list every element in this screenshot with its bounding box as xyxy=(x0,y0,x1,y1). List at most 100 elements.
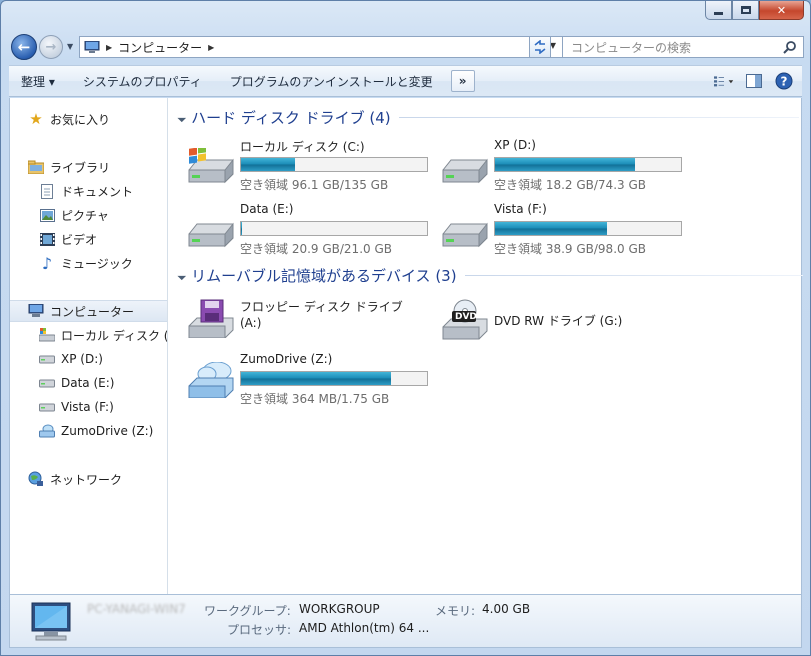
group-divider xyxy=(464,274,803,276)
floppy-drive-tile[interactable]: フロッピー ディスク ドライブ (A:) xyxy=(187,298,437,354)
network-globe-icon xyxy=(28,471,44,487)
drive-name: XP (D:) xyxy=(494,138,536,152)
back-arrow-icon: ← xyxy=(17,38,31,56)
preview-pane-button[interactable] xyxy=(744,71,764,91)
music-note-icon: ♪ xyxy=(41,253,53,273)
drive-free-space: 空き領域 20.9 GB/21.0 GB xyxy=(240,242,392,256)
breadcrumb-chevron-icon[interactable]: ▶ xyxy=(208,43,214,52)
address-bar[interactable]: ▶ コンピューター ▶ ▼ xyxy=(79,36,563,58)
minimize-icon xyxy=(714,11,723,15)
drive-name: Vista (F:) xyxy=(494,202,547,216)
hard-drive-icon xyxy=(39,399,55,415)
drive-usage-bar xyxy=(240,157,428,172)
help-button[interactable]: ? xyxy=(774,71,794,91)
file-list-pane: ◢ ハード ディスク ドライブ (4) ローカル ディスク (C:) 空き領域 … xyxy=(169,98,803,594)
nav-drive-z[interactable]: ZumoDrive (Z:) xyxy=(10,420,167,442)
system-properties-button[interactable]: システムのプロパティ xyxy=(69,73,216,90)
hard-drive-icon xyxy=(39,375,55,391)
system-drive-icon xyxy=(188,148,234,184)
maximize-button[interactable] xyxy=(732,1,759,20)
close-icon: ✕ xyxy=(776,3,787,17)
dvd-badge: DVD xyxy=(455,312,477,322)
nav-libraries[interactable]: ライブラリ xyxy=(10,156,167,178)
memory-value: 4.00 GB xyxy=(482,602,531,616)
collapse-triangle-icon[interactable]: ◢ xyxy=(177,270,188,281)
refresh-button[interactable] xyxy=(529,36,551,58)
dvd-drive-tile[interactable]: DVD DVD RW ドライブ (G:) xyxy=(441,298,691,354)
back-button[interactable]: ← xyxy=(11,34,37,60)
drive-usage-bar xyxy=(494,221,682,236)
nav-libraries-label: ライブラリ xyxy=(50,160,111,175)
refresh-icon xyxy=(534,40,546,54)
forward-arrow-icon: → xyxy=(45,39,57,55)
group-header-hdd[interactable]: ◢ ハード ディスク ドライブ (4) xyxy=(177,106,799,128)
group-header-removable[interactable]: ◢ リムーバブル記憶域があるデバイス (3) xyxy=(177,264,803,286)
nav-videos-label: ビデオ xyxy=(61,232,98,247)
command-bar: 整理 ▾ システムのプロパティ プログラムのアンインストールと変更 » ? xyxy=(9,65,802,97)
computer-icon xyxy=(28,303,44,319)
details-pane: PC-YANAGI-WIN7 ワークグループ: WORKGROUP メモリ: 4… xyxy=(9,594,802,648)
processor-label: プロセッサ: xyxy=(227,623,292,637)
toolbar-right: ? xyxy=(714,71,794,91)
memory-label: メモリ: xyxy=(435,604,476,618)
minimize-button[interactable] xyxy=(705,1,732,20)
hard-drive-icon xyxy=(188,222,234,248)
drive-usage-bar xyxy=(240,371,428,386)
drive-usage-fill xyxy=(241,372,391,385)
video-icon xyxy=(39,231,55,247)
view-options-button[interactable] xyxy=(714,71,734,91)
explorer-window: ✕ ← → ▼ ▶ コンピューター ▶ ▼ コンピューターの検索 整理 ▾ シス… xyxy=(0,0,811,656)
nav-computer[interactable]: コンピューター xyxy=(10,300,167,322)
zumodrive-tile[interactable]: ZumoDrive (Z:) 空き領域 364 MB/1.75 GB xyxy=(187,352,437,408)
nav-music-label: ミュージック xyxy=(61,256,133,271)
forward-button[interactable]: → xyxy=(39,35,63,59)
floppy-drive-name-line1: フロッピー ディスク ドライブ xyxy=(240,300,403,314)
drive-free-space: 空き領域 364 MB/1.75 GB xyxy=(240,392,390,406)
nav-documents[interactable]: ドキュメント xyxy=(10,180,167,202)
drive-usage-fill xyxy=(241,158,295,171)
search-input[interactable]: コンピューターの検索 xyxy=(562,36,804,58)
nav-pictures-label: ピクチャ xyxy=(61,208,109,223)
search-placeholder: コンピューターの検索 xyxy=(571,40,692,55)
drive-name: ZumoDrive (Z:) xyxy=(240,352,333,366)
drive-free-space: 空き領域 18.2 GB/74.3 GB xyxy=(494,178,646,192)
uninstall-program-button[interactable]: プログラムのアンインストールと変更 xyxy=(216,73,447,90)
collapse-triangle-icon[interactable]: ◢ xyxy=(177,112,188,123)
nav-drive-f[interactable]: Vista (F:) xyxy=(10,396,167,418)
nav-network-label: ネットワーク xyxy=(50,472,123,487)
breadcrumb-chevron-icon[interactable]: ▶ xyxy=(106,43,112,52)
drive-name: ローカル ディスク (C:) xyxy=(240,140,365,154)
nav-computer-label: コンピューター xyxy=(50,304,135,319)
group-divider xyxy=(398,116,799,118)
nav-drive-e[interactable]: Data (E:) xyxy=(10,372,167,394)
nav-favorites[interactable]: ★ お気に入り xyxy=(10,108,167,130)
hard-drive-icon xyxy=(442,222,488,248)
drive-d-tile[interactable]: XP (D:) 空き領域 18.2 GB/74.3 GB xyxy=(441,138,691,194)
recent-pages-dropdown[interactable]: ▼ xyxy=(67,42,73,51)
nav-music[interactable]: ♪ ミュージック xyxy=(10,252,167,274)
nav-videos[interactable]: ビデオ xyxy=(10,228,167,250)
nav-drive-d[interactable]: XP (D:) xyxy=(10,348,167,370)
computer-icon xyxy=(31,602,71,641)
picture-icon xyxy=(39,207,55,223)
nav-pictures[interactable]: ピクチャ xyxy=(10,204,167,226)
document-icon xyxy=(39,183,55,199)
search-icon[interactable] xyxy=(783,40,797,57)
drive-c-tile[interactable]: ローカル ディスク (C:) 空き領域 96.1 GB/135 GB xyxy=(187,138,437,194)
breadcrumb-computer[interactable]: コンピューター xyxy=(118,39,202,56)
more-commands-button[interactable]: » xyxy=(450,70,475,92)
library-folder-icon xyxy=(28,159,44,175)
help-icon: ? xyxy=(775,72,793,90)
drive-f-tile[interactable]: Vista (F:) 空き領域 38.9 GB/98.0 GB xyxy=(441,202,691,258)
nav-drive-c[interactable]: ローカル ディスク (C:) xyxy=(10,324,167,346)
system-drive-icon xyxy=(39,327,55,343)
nav-documents-label: ドキュメント xyxy=(61,184,134,199)
drive-usage-fill xyxy=(495,158,636,171)
drive-name: Data (E:) xyxy=(240,202,294,216)
drive-e-tile[interactable]: Data (E:) 空き領域 20.9 GB/21.0 GB xyxy=(187,202,437,258)
close-button[interactable]: ✕ xyxy=(759,1,804,20)
organize-menu[interactable]: 整理 ▾ xyxy=(9,73,69,90)
cloud-drive-icon xyxy=(188,362,234,398)
nav-drive-z-label: ZumoDrive (Z:) xyxy=(61,424,154,438)
nav-network[interactable]: ネットワーク xyxy=(10,468,167,490)
